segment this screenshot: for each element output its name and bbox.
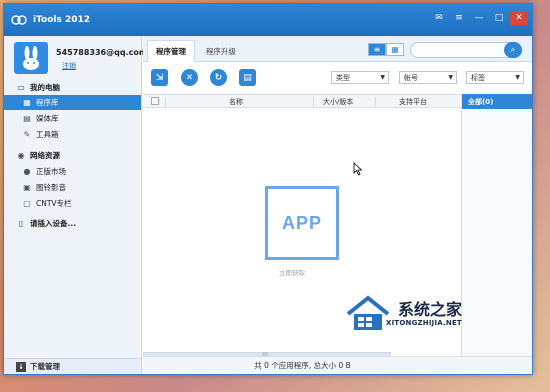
window-title: iTools 2012: [33, 15, 91, 25]
dropdown-label: 标签: [471, 73, 485, 82]
itools-logo-icon: [11, 15, 27, 25]
chevron-down-icon: ▼: [448, 74, 453, 81]
list-header: 名称 大小/版本 支持平台: [143, 94, 461, 108]
phone-icon: ▯: [18, 218, 24, 228]
wrench-icon: ✎: [23, 130, 31, 139]
select-all-checkbox[interactable]: [151, 97, 159, 105]
computer-icon: ▭: [17, 82, 25, 92]
tab-label: 程序管理: [156, 47, 186, 56]
dropdown-label: 类型: [336, 73, 350, 82]
list-view-icon[interactable]: ≡: [368, 43, 386, 56]
import-icon[interactable]: ⇲: [151, 69, 168, 86]
app-grid-icon: ▦: [23, 98, 31, 107]
get-apps-link[interactable]: 立即获取: [279, 267, 305, 277]
sidebar-item-label: 媒体库: [36, 114, 59, 123]
download-manager-label: 下载管理: [30, 362, 60, 371]
column-header-size[interactable]: 大小/版本: [323, 97, 353, 107]
delete-icon[interactable]: ✕: [181, 69, 198, 86]
section-insert-device[interactable]: ▯ 请插入设备...: [4, 216, 141, 230]
section-network-resources[interactable]: ◉ 网络资源: [4, 148, 141, 162]
section-label: 请插入设备...: [30, 218, 77, 228]
user-panel: 545788336@qq.com 注销: [4, 36, 147, 80]
document-icon[interactable]: ▤: [239, 69, 256, 86]
tag-dropdown[interactable]: 标签 ▼: [466, 71, 524, 84]
mouse-cursor-icon: [353, 162, 363, 176]
tab-label: 程序升级: [206, 46, 236, 56]
column-divider: [165, 97, 166, 106]
download-manager-button[interactable]: ↓ 下载管理: [4, 358, 141, 374]
grid-view-icon[interactable]: ▦: [386, 43, 404, 56]
house-logo-icon: [346, 295, 390, 330]
watermark-subtitle: XITONGZHIJIA.NET: [386, 319, 462, 327]
sidebar-item-media-library[interactable]: ▤ 媒体库: [4, 111, 141, 126]
maximize-icon[interactable]: □: [490, 11, 508, 25]
sidebar-item-label: 程序库: [36, 98, 59, 107]
sidebar: 545788336@qq.com 注销 ▭ 我的电脑 ▦ 程序库 ▤ 媒体库 ✎…: [4, 36, 147, 374]
sidebar-item-label: CNTV专栏: [36, 199, 72, 208]
section-my-computer[interactable]: ▭ 我的电脑: [4, 80, 141, 94]
search-input[interactable]: [417, 45, 497, 55]
refresh-icon[interactable]: ↻: [210, 69, 227, 86]
view-toggle: ≡ ▦: [368, 43, 404, 56]
watermark-title: 系统之家: [398, 300, 463, 319]
column-divider: [313, 97, 314, 106]
sidebar-item-label: 图铃影音: [36, 183, 66, 192]
section-label: 网络资源: [30, 150, 60, 160]
user-email: 545788336@qq.com: [56, 48, 148, 57]
title-bar[interactable]: iTools 2012 ✉ ≡ — □ ✕: [4, 4, 532, 36]
settings-icon[interactable]: ≡: [450, 11, 468, 25]
tab-bar: 程序管理 程序升级 ≡ ▦ ⌕: [143, 36, 532, 62]
site-watermark: 系统之家 XITONGZHIJIA.NET: [338, 294, 498, 338]
film-icon: ▤: [23, 114, 31, 123]
toolbar: ⇲ ✕ ↻ ▤ 类型 ▼ 帐号 ▼ 标签 ▼: [143, 62, 532, 94]
sidebar-item-app-store[interactable]: ● 正版市场: [4, 164, 141, 179]
account-dropdown[interactable]: 帐号 ▼: [399, 71, 457, 84]
tv-icon: ▢: [23, 199, 31, 208]
status-bar: 共 0 个应用程序, 总大小 0 B: [143, 356, 532, 374]
download-icon: ↓: [16, 361, 26, 372]
filter-all-item[interactable]: 全部(0): [462, 94, 532, 109]
tab-app-management[interactable]: 程序管理: [147, 40, 195, 62]
sidebar-item-label: 工具箱: [36, 130, 59, 139]
close-icon[interactable]: ✕: [510, 11, 528, 25]
sidebar-item-cntv[interactable]: ▢ CNTV专栏: [4, 196, 141, 211]
chevron-down-icon: ▼: [515, 74, 520, 81]
globe-icon: ◉: [17, 150, 25, 160]
avatar[interactable]: [14, 42, 48, 74]
apple-icon: ●: [23, 167, 31, 176]
section-label: 我的电脑: [30, 82, 60, 92]
feedback-icon[interactable]: ✉: [430, 11, 448, 25]
column-divider: [375, 97, 376, 106]
status-text: 共 0 个应用程序, 总大小 0 B: [254, 361, 351, 370]
rabbit-icon: [23, 46, 39, 70]
search-icon[interactable]: ⌕: [504, 42, 522, 58]
sidebar-item-media[interactable]: ▣ 图铃影音: [4, 180, 141, 195]
minimize-icon[interactable]: —: [470, 11, 488, 25]
tab-app-upgrade[interactable]: 程序升级: [197, 40, 245, 62]
app-placeholder-icon[interactable]: APP: [265, 186, 339, 260]
type-dropdown[interactable]: 类型 ▼: [331, 71, 389, 84]
sidebar-item-app-library[interactable]: ▦ 程序库: [4, 95, 141, 110]
sidebar-item-toolbox[interactable]: ✎ 工具箱: [4, 127, 141, 142]
sidebar-item-label: 正版市场: [36, 167, 66, 176]
window-controls: ✉ ≡ — □ ✕: [430, 11, 528, 25]
column-header-name[interactable]: 名称: [229, 97, 243, 107]
image-icon: ▣: [23, 183, 31, 192]
chevron-down-icon: ▼: [380, 74, 385, 81]
dropdown-label: 帐号: [404, 73, 418, 82]
filter-all-label: 全部(0): [468, 97, 494, 106]
empty-state-icon-text: APP: [281, 212, 322, 233]
logout-link[interactable]: 注销: [62, 61, 76, 71]
column-header-platform[interactable]: 支持平台: [399, 97, 427, 107]
search-box: ⌕: [410, 42, 522, 58]
